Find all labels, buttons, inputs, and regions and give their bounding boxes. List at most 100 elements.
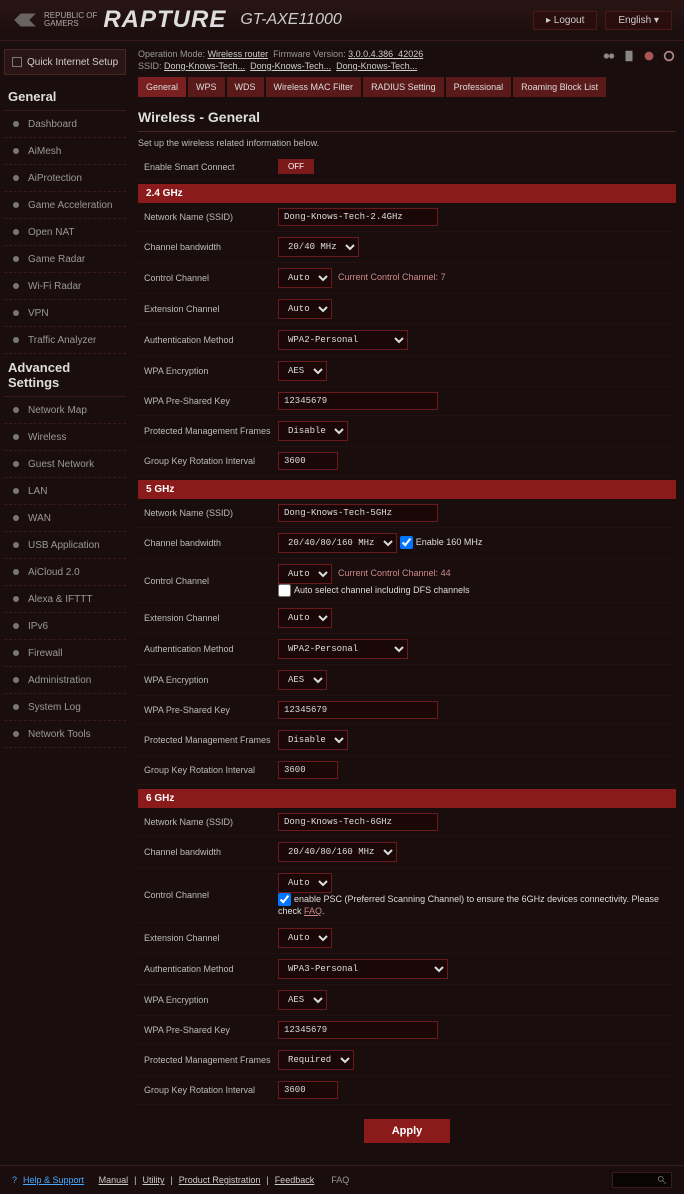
tab-wps[interactable]: WPS [188,77,225,97]
sidebar-advanced-item-3[interactable]: LAN [4,478,126,505]
ctrl-5-select[interactable]: Auto [278,564,332,584]
status-icon[interactable] [642,49,656,63]
ext-5-select[interactable]: Auto [278,608,332,628]
smart-connect-toggle[interactable]: OFF [278,159,314,174]
sidebar-advanced-item-4[interactable]: WAN [4,505,126,532]
enc-5-select[interactable]: AES [278,670,327,690]
menu-icon [10,145,22,157]
enable-160-checkbox[interactable] [400,536,413,549]
sidebar-general-item-1[interactable]: AiMesh [4,138,126,165]
utility-link[interactable]: Utility [142,1175,164,1185]
status-icons [602,49,676,63]
menu-icon [10,226,22,238]
sidebar-general-item-5[interactable]: Game Radar [4,246,126,273]
menu-icon [10,647,22,659]
client-icon[interactable] [602,49,616,63]
sidebar-advanced-item-8[interactable]: IPv6 [4,613,126,640]
auth-6-select[interactable]: WPA3-Personal [278,959,448,979]
header: REPUBLIC OF GAMERS RAPTURE GT-AXE11000 ▸… [0,0,684,41]
ssid-6-input[interactable] [278,813,438,831]
ssid-24-input[interactable] [278,208,438,226]
ssid-link-2[interactable]: Dong-Knows-Tech... [250,61,331,71]
sidebar-item-label: System Log [28,702,81,713]
menu-icon [10,485,22,497]
sidebar-item-label: USB Application [28,540,100,551]
auth-5-select[interactable]: WPA2-Personal [278,639,408,659]
bw-24-select[interactable]: 20/40 MHz [278,237,359,257]
gkri-24-input[interactable] [278,452,338,470]
sidebar-advanced-item-10[interactable]: Administration [4,667,126,694]
quick-internet-setup-button[interactable]: Quick Internet Setup [4,49,126,75]
ext-24-select[interactable]: Auto [278,299,332,319]
apply-button[interactable]: Apply [364,1119,451,1143]
feedback-link[interactable]: Feedback [275,1175,315,1185]
op-mode-link[interactable]: Wireless router [208,49,269,59]
sidebar-advanced-item-1[interactable]: Wireless [4,424,126,451]
search-box[interactable] [612,1172,672,1188]
ctrl-6-select[interactable]: Auto [278,873,332,893]
ext-6-select[interactable]: Auto [278,928,332,948]
dfs-checkbox[interactable] [278,584,291,597]
sidebar-general-item-2[interactable]: AiProtection [4,165,126,192]
fw-link[interactable]: 3.0.0.4.386_42026 [348,49,423,59]
gear-icon[interactable] [662,49,676,63]
sidebar-general-item-7[interactable]: VPN [4,300,126,327]
sidebar-advanced-item-11[interactable]: System Log [4,694,126,721]
sidebar-item-label: Open NAT [28,227,75,238]
enc-24-select[interactable]: AES [278,361,327,381]
sidebar-advanced-item-5[interactable]: USB Application [4,532,126,559]
sidebar-advanced-item-7[interactable]: Alexa & IFTTT [4,586,126,613]
ctrl-24-select[interactable]: Auto [278,268,332,288]
page-subtitle: Set up the wireless related information … [138,132,676,154]
sidebar-item-label: VPN [28,308,49,319]
logout-button[interactable]: ▸ Logout [533,11,597,30]
info-line-1: Operation Mode: Wireless router Firmware… [138,49,676,59]
psc-checkbox[interactable] [278,893,291,906]
sidebar-general-item-6[interactable]: Wi-Fi Radar [4,273,126,300]
sidebar-advanced-item-9[interactable]: Firewall [4,640,126,667]
ssid-link-1[interactable]: Dong-Knows-Tech... [164,61,245,71]
help-link[interactable]: Help & Support [23,1175,84,1185]
tab-radius-setting[interactable]: RADIUS Setting [363,77,444,97]
gkri-5-input[interactable] [278,761,338,779]
gkri-6-input[interactable] [278,1081,338,1099]
faq-footer[interactable]: FAQ [331,1175,349,1185]
manual-link[interactable]: Manual [99,1175,129,1185]
sidebar-general-item-3[interactable]: Game Acceleration [4,192,126,219]
sidebar-advanced-item-2[interactable]: Guest Network [4,451,126,478]
ssid-link-3[interactable]: Dong-Knows-Tech... [336,61,417,71]
sidebar-item-label: Game Acceleration [28,200,113,211]
menu-icon [10,701,22,713]
pmf-6-select[interactable]: Required [278,1050,354,1070]
pmf-24-select[interactable]: Disable [278,421,348,441]
faq-link[interactable]: FAQ [304,906,322,916]
sidebar-item-label: Guest Network [28,459,94,470]
bw-5-select[interactable]: 20/40/80/160 MHz [278,533,397,553]
tab-wds[interactable]: WDS [227,77,264,97]
language-select[interactable]: English ▾ [605,11,672,30]
usb-icon[interactable] [622,49,636,63]
tab-professional[interactable]: Professional [446,77,512,97]
tab-roaming-block-list[interactable]: Roaming Block List [513,77,606,97]
bw-6-select[interactable]: 20/40/80/160 MHz [278,842,397,862]
sidebar-item-label: Dashboard [28,119,77,130]
sidebar-general-item-0[interactable]: Dashboard [4,111,126,138]
sidebar-advanced-item-6[interactable]: AiCloud 2.0 [4,559,126,586]
help-icon: ? [12,1175,17,1185]
sidebar-advanced-item-12[interactable]: Network Tools [4,721,126,748]
tab-general[interactable]: General [138,77,186,97]
auth-24-select[interactable]: WPA2-Personal [278,330,408,350]
sidebar-general-item-4[interactable]: Open NAT [4,219,126,246]
psk-24-input[interactable] [278,392,438,410]
pmf-5-select[interactable]: Disable [278,730,348,750]
sidebar-advanced-item-0[interactable]: Network Map [4,397,126,424]
menu-icon [10,539,22,551]
ssid-5-input[interactable] [278,504,438,522]
sidebar-general-item-8[interactable]: Traffic Analyzer [4,327,126,354]
reg-link[interactable]: Product Registration [179,1175,261,1185]
menu-icon [10,674,22,686]
menu-icon [10,253,22,265]
enc-6-select[interactable]: AES [278,990,327,1010]
tab-wireless-mac-filter[interactable]: Wireless MAC Filter [266,77,362,97]
psk-5-input[interactable] [278,701,438,719]
